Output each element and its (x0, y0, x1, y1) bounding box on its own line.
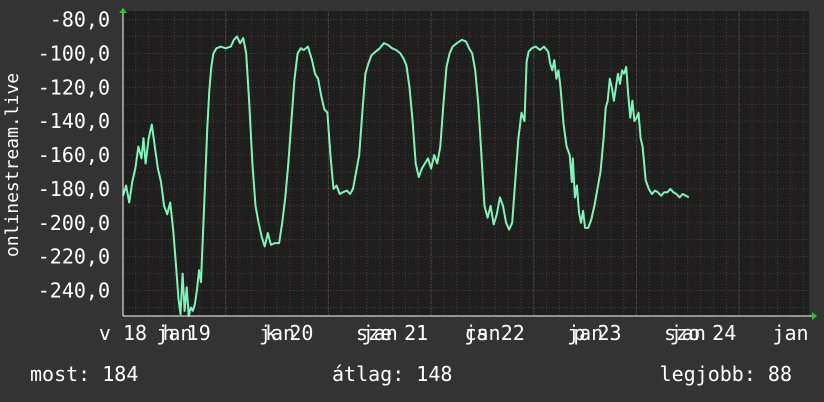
y-tick-label: -100,0 (38, 41, 110, 65)
y-tick-label: -220,0 (38, 245, 110, 269)
x-axis-ticks: v 18 janh 19 jank 20 jansze 21 jancs 22 janp … (99, 321, 809, 345)
x-tick-label: sze 21 (356, 321, 428, 345)
chart: -80,0 -100,0 -120,0 -140,0 -160,0 -180,0 -200,… (0, 0, 824, 350)
y-axis-ticks: -80,0 -100,0 -120,0 -140,0 -160,0 -180,0 -200,… (38, 7, 110, 302)
y-tick-label: -240,0 (38, 279, 110, 303)
y-tick-label: -160,0 (38, 143, 110, 167)
x-tick-label: h 19 (163, 321, 211, 345)
y-tick-label: -200,0 (38, 211, 110, 235)
x-tick-label: cs 22 (465, 321, 525, 345)
x-tick-label: p 23 (573, 321, 621, 345)
x-tick-label: jan (772, 321, 808, 345)
chart-svg: -80,0 -100,0 -120,0 -140,0 -160,0 -180,0 -200,… (2, 7, 817, 345)
y-tick-label: -180,0 (38, 177, 110, 201)
y-axis-label: onlinestream.live (2, 73, 23, 257)
y-axis-arrow-icon (119, 8, 127, 13)
x-axis-arrow-icon (812, 312, 817, 320)
y-tick-label: -140,0 (38, 109, 110, 133)
y-tick-label: -80,0 (50, 7, 110, 31)
best-value-label: legjobb: 88 (659, 362, 792, 386)
average-value-label: átlag: 148 (332, 362, 453, 386)
x-tick-label: k 20 (265, 321, 313, 345)
x-tick-label: v 18 (99, 321, 147, 345)
y-tick-label: -120,0 (38, 75, 110, 99)
x-tick-label: szo 24 (664, 321, 736, 345)
current-value-label: most: 184 (30, 362, 139, 386)
